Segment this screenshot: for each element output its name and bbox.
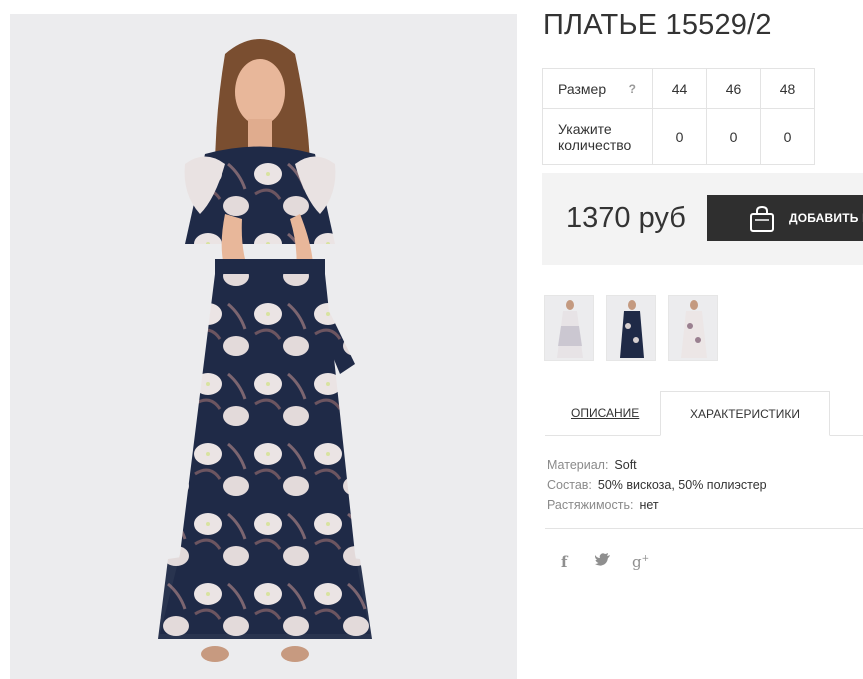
quantity-input-48[interactable]: 0 (760, 108, 815, 165)
add-to-cart-label: ДОБАВИТЬ В (789, 211, 863, 225)
quantity-row: Укажите количество 0 0 0 (542, 108, 815, 165)
thumbnail-3[interactable] (668, 295, 718, 361)
property-key: Растяжимость: (547, 498, 634, 512)
tab-description[interactable]: ОПИСАНИЕ (571, 406, 639, 420)
divider (545, 528, 863, 529)
google-plus-icon[interactable]: g+ (632, 553, 649, 571)
size-label: Размер (558, 80, 607, 97)
quantity-input-44[interactable]: 0 (652, 108, 707, 165)
property-value: нет (639, 498, 659, 512)
facebook-icon[interactable]: f (561, 553, 567, 571)
quantity-label: Укажите количество (542, 108, 653, 165)
size-label-cell: Размер ? (542, 68, 653, 109)
property-value: 50% вискоза, 50% полиэстер (597, 478, 767, 492)
add-to-cart-button[interactable]: ДОБАВИТЬ В (707, 195, 863, 241)
product-price: 1370 руб (566, 202, 686, 234)
size-help-icon[interactable]: ? (629, 82, 636, 96)
property-value: Soft (614, 458, 637, 472)
twitter-icon[interactable] (594, 553, 611, 571)
tab-characteristics[interactable]: ХАРАКТЕРИСТИКИ (660, 391, 830, 436)
size-option-46[interactable]: 46 (706, 68, 761, 109)
thumbnail-1[interactable] (544, 295, 594, 361)
property-row: Материал: Soft (547, 455, 767, 475)
property-row: Состав: 50% вискоза, 50% полиэстер (547, 475, 767, 495)
quantity-input-46[interactable]: 0 (706, 108, 761, 165)
property-key: Материал: (547, 458, 609, 472)
shopping-bag-icon (750, 205, 774, 232)
thumbnail-2[interactable] (606, 295, 656, 361)
property-key: Состав: (547, 478, 592, 492)
size-quantity-table: Размер ? 44 46 48 Укажите количество 0 0… (542, 68, 815, 165)
size-option-44[interactable]: 44 (652, 68, 707, 109)
size-row: Размер ? 44 46 48 (542, 68, 815, 109)
price-box: 1370 руб ДОБАВИТЬ В (542, 173, 863, 265)
product-title: ПЛАТЬЕ 15529/2 (543, 9, 772, 41)
size-option-48[interactable]: 48 (760, 68, 815, 109)
characteristics-list: Материал: Soft Состав: 50% вискоза, 50% по… (547, 455, 767, 515)
property-row: Растяжимость: нет (547, 495, 767, 515)
product-main-image[interactable] (10, 14, 517, 679)
